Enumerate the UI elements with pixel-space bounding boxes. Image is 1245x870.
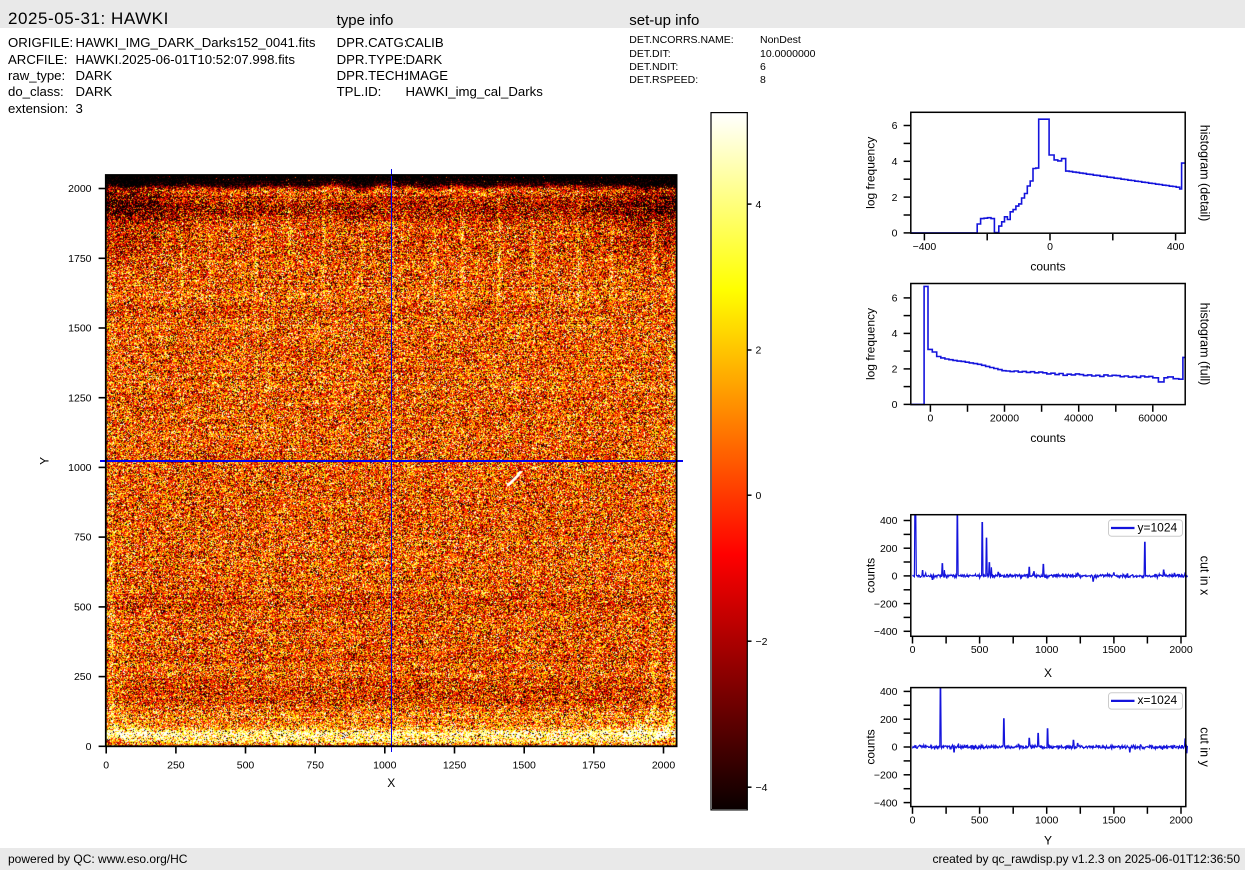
svg-text:750: 750 — [306, 760, 324, 772]
svg-text:400: 400 — [880, 686, 898, 698]
svg-text:−2: −2 — [756, 636, 768, 648]
svg-text:2000: 2000 — [68, 183, 92, 195]
svg-text:X: X — [1044, 666, 1052, 680]
svg-text:1500: 1500 — [1102, 644, 1126, 656]
svg-text:histogram (detail): histogram (detail) — [1198, 125, 1212, 222]
svg-text:−400: −400 — [874, 626, 898, 638]
svg-text:40000: 40000 — [1064, 413, 1093, 425]
svg-text:−200: −200 — [874, 770, 898, 782]
svg-text:−400: −400 — [874, 797, 898, 809]
svg-text:200: 200 — [880, 714, 898, 726]
svg-text:250: 250 — [167, 760, 185, 772]
svg-text:500: 500 — [237, 760, 255, 772]
svg-text:−4: −4 — [756, 782, 768, 794]
svg-text:1250: 1250 — [443, 760, 467, 772]
svg-text:60000: 60000 — [1138, 413, 1167, 425]
svg-text:0: 0 — [910, 644, 916, 656]
svg-text:0: 0 — [892, 399, 898, 411]
svg-text:6: 6 — [892, 293, 898, 305]
svg-text:1500: 1500 — [1102, 815, 1126, 827]
svg-text:2: 2 — [756, 345, 762, 357]
svg-text:4: 4 — [892, 156, 898, 168]
svg-text:1750: 1750 — [582, 760, 606, 772]
svg-text:200: 200 — [880, 543, 898, 555]
svg-text:counts: counts — [1030, 260, 1065, 274]
svg-text:counts: counts — [864, 729, 878, 764]
svg-text:0: 0 — [892, 228, 898, 240]
svg-text:1250: 1250 — [68, 392, 92, 404]
svg-text:400: 400 — [880, 515, 898, 527]
svg-text:1000: 1000 — [373, 760, 397, 772]
svg-text:2000: 2000 — [1169, 644, 1193, 656]
svg-text:500: 500 — [971, 815, 989, 827]
svg-text:log frequency: log frequency — [864, 137, 878, 209]
svg-text:0: 0 — [910, 815, 916, 827]
svg-text:1500: 1500 — [68, 323, 92, 335]
svg-text:750: 750 — [74, 532, 92, 544]
svg-text:1750: 1750 — [68, 253, 92, 265]
svg-text:500: 500 — [74, 602, 92, 614]
svg-text:0: 0 — [103, 760, 109, 772]
svg-text:2000: 2000 — [652, 760, 676, 772]
svg-text:0: 0 — [1047, 241, 1053, 253]
svg-text:y=1024: y=1024 — [1138, 520, 1178, 534]
svg-text:−400: −400 — [913, 241, 937, 253]
svg-text:cut in y: cut in y — [1198, 727, 1212, 767]
svg-text:Y: Y — [1044, 834, 1052, 848]
svg-text:4: 4 — [756, 199, 762, 211]
svg-text:counts: counts — [1030, 431, 1065, 445]
svg-text:log frequency: log frequency — [864, 308, 878, 380]
svg-text:1000: 1000 — [1035, 815, 1059, 827]
svg-text:0: 0 — [892, 742, 898, 754]
svg-text:x=1024: x=1024 — [1138, 693, 1178, 707]
svg-text:1000: 1000 — [1035, 644, 1059, 656]
svg-text:6: 6 — [892, 120, 898, 132]
svg-text:400: 400 — [1167, 241, 1185, 253]
svg-text:2: 2 — [892, 364, 898, 376]
svg-text:−200: −200 — [874, 598, 898, 610]
svg-text:0: 0 — [927, 413, 933, 425]
svg-text:250: 250 — [74, 671, 92, 683]
svg-text:2: 2 — [892, 192, 898, 204]
svg-text:1000: 1000 — [68, 462, 92, 474]
svg-text:2000: 2000 — [1169, 815, 1193, 827]
svg-text:0: 0 — [892, 571, 898, 583]
svg-text:counts: counts — [864, 558, 878, 593]
svg-text:0: 0 — [86, 741, 92, 753]
svg-text:cut in x: cut in x — [1198, 556, 1212, 596]
svg-text:20000: 20000 — [990, 413, 1019, 425]
svg-text:X: X — [387, 776, 395, 790]
svg-text:Y: Y — [38, 457, 52, 465]
svg-text:500: 500 — [971, 644, 989, 656]
svg-text:0: 0 — [756, 490, 762, 502]
svg-text:histogram (full): histogram (full) — [1198, 303, 1212, 386]
svg-text:4: 4 — [892, 328, 898, 340]
svg-text:1500: 1500 — [513, 760, 537, 772]
